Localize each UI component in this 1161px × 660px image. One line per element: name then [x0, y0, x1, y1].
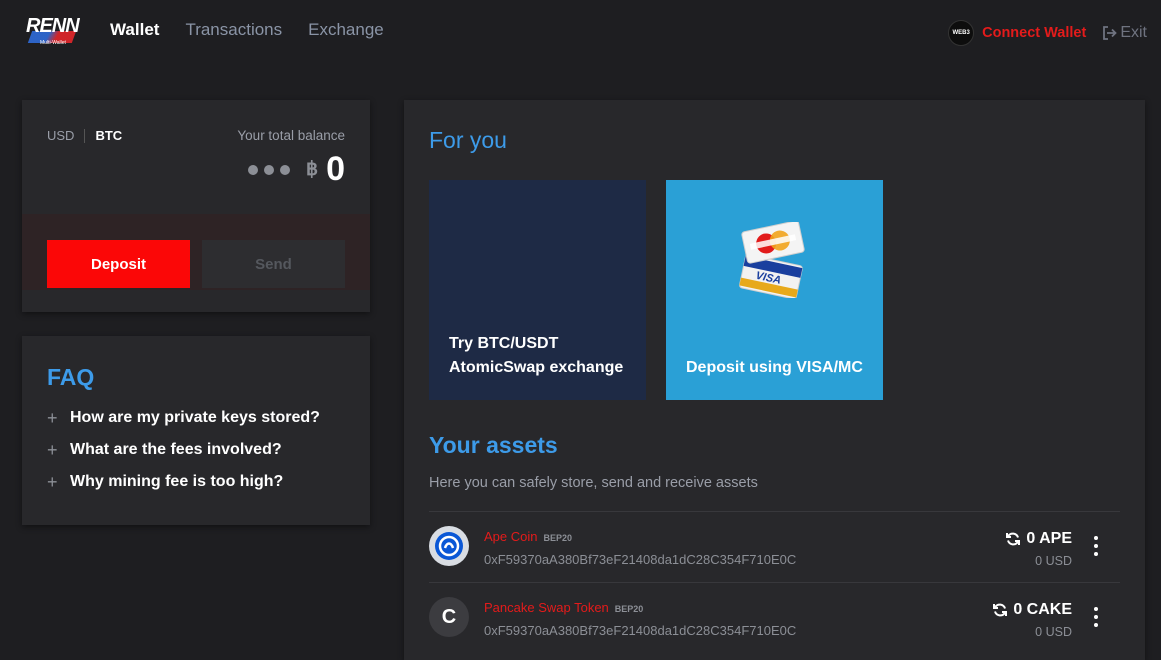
faq-title: FAQ	[47, 364, 95, 390]
loading-dots-icon	[247, 164, 290, 175]
asset-address: 0xF59370aA380Bf73eF21408da1dC28C354F710E…	[484, 623, 797, 638]
main-nav: Wallet Transactions Exchange	[110, 20, 410, 40]
connect-wallet-button[interactable]: Connect Wallet	[982, 25, 1086, 41]
asset-balance-text: 0 CAKE	[1013, 601, 1072, 618]
asset-row-ape[interactable]: Ape Coin BEP20 0xF59370aA380Bf73eF21408da…	[429, 511, 1120, 582]
main-panel: For you Try BTC/USDT AtomicSwap exchange…	[404, 100, 1145, 660]
faq-item[interactable]: + Why mining fee is too high?	[47, 466, 320, 498]
asset-address: 0xF59370aA380Bf73eF21408da1dC28C354F710E…	[484, 552, 797, 567]
vertical-dots-icon[interactable]	[1094, 607, 1100, 627]
exit-button[interactable]: Exit	[1102, 24, 1147, 42]
send-button[interactable]: Send	[202, 240, 345, 288]
credit-cards-icon: VISA	[739, 222, 805, 298]
asset-name-text: Pancake Swap Token	[484, 600, 609, 615]
faq-item[interactable]: + What are the fees involved?	[47, 434, 320, 466]
currency-usd[interactable]: USD	[47, 128, 74, 143]
total-balance: ฿ 0	[247, 150, 345, 189]
assets-subtitle: Here you can safely store, send and rece…	[429, 475, 758, 491]
promo-label: Try BTC/USDT AtomicSwap exchange	[449, 335, 624, 376]
faq-list: + How are my private keys stored? + What…	[47, 402, 320, 498]
faq-question: Why mining fee is too high?	[70, 473, 284, 490]
refresh-icon[interactable]	[1005, 531, 1021, 547]
assets-title: Your assets	[429, 432, 558, 458]
faq-item[interactable]: + How are my private keys stored?	[47, 402, 320, 434]
currency-divider	[84, 128, 86, 143]
asset-standard: BEP20	[614, 604, 644, 614]
asset-balance-text: 0 APE	[1026, 530, 1072, 547]
asset-name: Ape Coin BEP20	[484, 529, 572, 544]
asset-usd: 0 USD	[1035, 554, 1072, 568]
nav-wallet[interactable]: Wallet	[110, 20, 159, 40]
plus-icon: +	[47, 407, 58, 428]
asset-balance: 0 CAKE	[992, 601, 1072, 619]
faq-question: How are my private keys stored?	[70, 409, 320, 426]
faq-card: FAQ + How are my private keys stored? + …	[22, 336, 370, 525]
logo-text: RENN	[26, 15, 80, 37]
faq-question: What are the fees involved?	[70, 441, 282, 458]
plus-icon: +	[47, 471, 58, 492]
vertical-dots-icon[interactable]	[1094, 536, 1100, 556]
cake-token-icon: C	[429, 597, 469, 637]
asset-name: Pancake Swap Token BEP20	[484, 600, 643, 615]
for-you-title: For you	[429, 127, 507, 153]
asset-name-text: Ape Coin	[484, 529, 538, 544]
nav-exchange[interactable]: Exchange	[308, 20, 384, 40]
sign-out-icon	[1103, 26, 1118, 40]
promo-visa-mc[interactable]: VISA Deposit using VISA/MC	[666, 180, 883, 400]
ape-coin-icon	[429, 526, 469, 566]
logo-subtext: Multi-Wallet	[40, 40, 66, 46]
balance-card: USD BTC Your total balance ฿ 0 Deposit S…	[22, 100, 370, 312]
btc-symbol: ฿	[305, 159, 319, 180]
exit-label: Exit	[1120, 24, 1147, 41]
asset-usd: 0 USD	[1035, 625, 1072, 639]
deposit-button[interactable]: Deposit	[47, 240, 190, 288]
renn-logo[interactable]: RENN Multi-Wallet	[26, 15, 80, 47]
header: RENN Multi-Wallet Wallet Transactions Ex…	[0, 0, 1161, 62]
web3-icon: WEB3	[948, 20, 975, 46]
asset-row-cake[interactable]: C Pancake Swap Token BEP20 0xF59370aA380B…	[429, 582, 1120, 653]
balance-value: 0	[326, 150, 345, 188]
total-balance-label: Your total balance	[237, 128, 345, 143]
asset-balance: 0 APE	[1005, 530, 1072, 548]
plus-icon: +	[47, 439, 58, 460]
promo-label: Deposit using VISA/MC	[686, 359, 863, 376]
nav-transactions[interactable]: Transactions	[185, 20, 282, 40]
header-actions: WEB3 Connect Wallet Exit	[948, 20, 1147, 46]
asset-standard: BEP20	[543, 533, 573, 543]
currency-btc[interactable]: BTC	[95, 128, 122, 143]
promo-atomicswap[interactable]: Try BTC/USDT AtomicSwap exchange	[429, 180, 646, 400]
currency-switch: USD BTC	[47, 128, 122, 143]
refresh-icon[interactable]	[992, 602, 1008, 618]
